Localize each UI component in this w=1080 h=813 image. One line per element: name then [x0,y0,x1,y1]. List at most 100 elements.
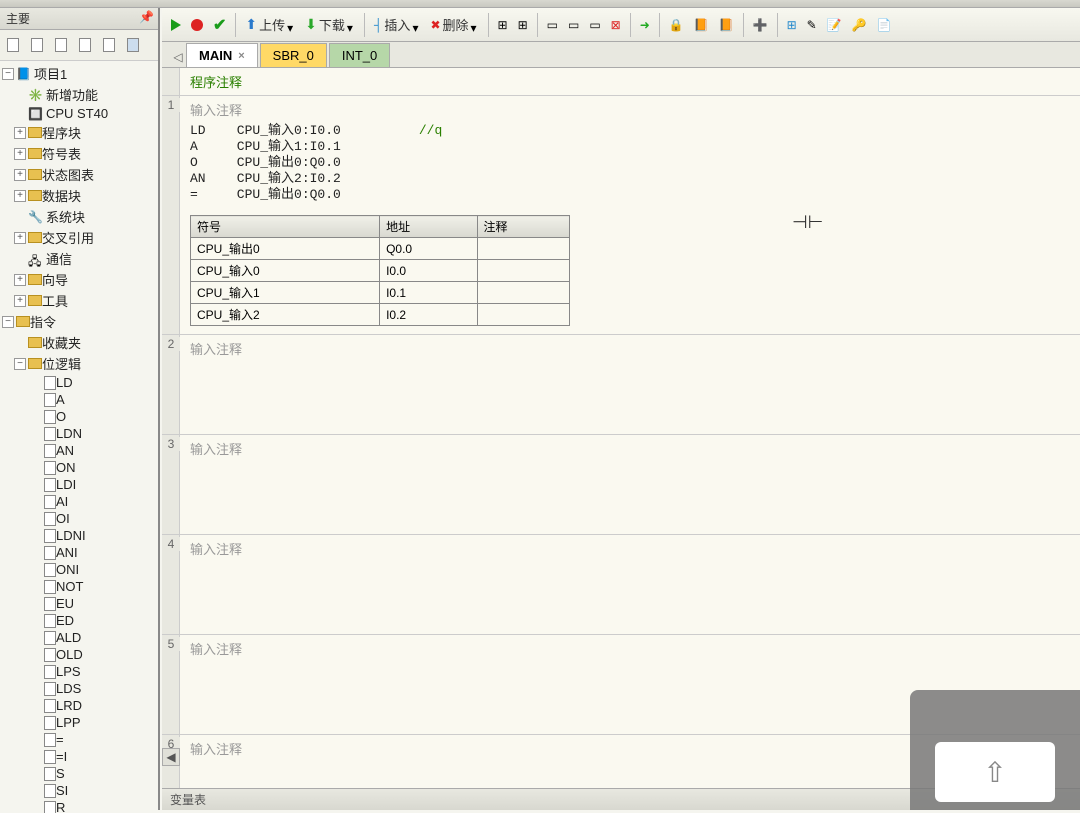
tool-btn-note[interactable]: 📝 [823,16,846,34]
delete-button[interactable]: ✖删除▾ [426,13,482,36]
expand-icon[interactable]: + [14,127,26,139]
code-line[interactable]: O CPU_输出0:Q0.0 [190,155,1080,171]
tree-item-new[interactable]: ✳️新增功能 [0,84,158,105]
tree-logic-item[interactable]: S [0,765,158,782]
tree-favorites[interactable]: 收藏夹 [0,332,158,353]
segment-comment[interactable]: 输入注释 [186,535,1080,562]
upload-button[interactable]: ⬆上传▾ [241,13,299,36]
tree-item-cpu[interactable]: 🔲CPU ST40 [0,105,158,122]
tree-logic-item[interactable]: LDNI [0,527,158,544]
collapse-icon[interactable]: − [2,68,14,80]
stl-code[interactable]: LD CPU_输入0:I0.0 //qA CPU_输入1:I0.1 O CPU_… [190,123,1080,211]
tree-item-wizard[interactable]: +向导 [0,269,158,290]
tree-logic-item[interactable]: LPS [0,663,158,680]
tree-logic-item[interactable]: R [0,799,158,813]
tool-btn-key[interactable]: 🔑 [848,16,871,34]
tree-item-system[interactable]: 🔧系统块 [0,206,158,227]
tree-logic-item[interactable]: EU [0,595,158,612]
tool-btn-2[interactable]: ⊞ [514,16,532,34]
tree-logic-item[interactable]: ANI [0,544,158,561]
expand-icon[interactable]: + [14,295,26,307]
tool-btn-table[interactable]: ⊞ [783,16,801,34]
tree-logic-item[interactable]: ONI [0,561,158,578]
expand-icon[interactable]: + [14,148,26,160]
tree-project-root[interactable]: − 📘 项目1 [0,63,158,84]
tree-logic-item[interactable]: ALD [0,629,158,646]
segment-comment[interactable]: 输入注释 [186,635,1080,662]
segment-comment[interactable]: 输入注释 [186,435,1080,462]
tree-item-crossref[interactable]: +交叉引用 [0,227,158,248]
expand-icon[interactable]: + [14,232,26,244]
tree-logic-item[interactable]: LDN [0,425,158,442]
tree-logic-item[interactable]: A [0,391,158,408]
run-button[interactable] [167,17,185,33]
collapse-icon[interactable]: − [2,316,14,328]
tool-btn-1[interactable]: ⊞ [494,16,512,34]
tool-btn-3[interactable]: ▭ [543,16,562,34]
expand-icon[interactable]: + [14,169,26,181]
tool-btn-4[interactable]: ▭ [564,16,583,34]
tab-scroll-left[interactable]: ◁ [170,47,186,67]
code-line[interactable]: LD CPU_输入0:I0.0 //q [190,123,1080,139]
expand-icon[interactable]: + [14,274,26,286]
tree-logic-item[interactable]: OLD [0,646,158,663]
tool-btn-book2[interactable]: 📙 [715,16,738,34]
view-icon-1[interactable] [2,34,24,56]
view-icon-5[interactable] [98,34,120,56]
tree-logic-item[interactable]: AN [0,442,158,459]
tree-logic-item[interactable]: OI [0,510,158,527]
view-icon-6[interactable] [122,34,144,56]
segment-comment[interactable]: 输入注释 [186,96,1080,123]
tool-btn-7[interactable]: ➜ [636,16,654,34]
tree-logic-item[interactable]: AI [0,493,158,510]
tree-item-status[interactable]: +状态图表 [0,164,158,185]
tab-sbr[interactable]: SBR_0 [260,43,327,67]
close-icon[interactable]: × [238,50,244,62]
tool-btn-new[interactable]: ➕ [749,16,772,34]
download-button[interactable]: ⬇下载▾ [301,13,359,36]
code-line[interactable]: = CPU_输出0:Q0.0 [190,187,1080,203]
expand-icon[interactable]: + [14,190,26,202]
view-icon-4[interactable] [74,34,96,56]
scroll-left-button[interactable]: ◀ [162,748,180,766]
tree-logic-item[interactable]: LRD [0,697,158,714]
program-comment[interactable]: 程序注释 [182,68,1080,95]
tree-logic-item[interactable]: O [0,408,158,425]
tree-logic-item[interactable]: LDS [0,680,158,697]
tool-btn-last[interactable]: 📄 [873,16,896,34]
code-line[interactable]: AN CPU_输入2:I0.2 [190,171,1080,187]
tool-btn-book[interactable]: 📙 [690,16,713,34]
tree-item-symbols[interactable]: +符号表 [0,143,158,164]
tree-instructions-root[interactable]: −指令 [0,311,158,332]
tree-logic-item[interactable]: ED [0,612,158,629]
ime-toggle[interactable]: ⇧ [935,742,1055,802]
tree-item-program[interactable]: +程序块 [0,122,158,143]
tab-main[interactable]: MAIN× [186,43,258,67]
tree-logic-item[interactable]: ON [0,459,158,476]
view-icon-2[interactable] [26,34,48,56]
tree-logic-item[interactable]: =I [0,748,158,765]
tool-btn-edit[interactable]: ✎ [803,16,821,34]
tree-logic-item[interactable]: LDI [0,476,158,493]
stop-button[interactable] [187,17,207,33]
tree-logic-item[interactable]: NOT [0,578,158,595]
tree-item-data[interactable]: +数据块 [0,185,158,206]
tree-logic-item[interactable]: SI [0,782,158,799]
collapse-icon[interactable]: − [14,358,26,370]
insert-button[interactable]: ┤插入▾ [370,13,425,36]
tab-int[interactable]: INT_0 [329,43,390,67]
segment-comment[interactable]: 输入注释 [186,335,1080,362]
tree-item-tools[interactable]: +工具 [0,290,158,311]
tree-logic-item[interactable]: LPP [0,714,158,731]
view-icon-3[interactable] [50,34,72,56]
code-area[interactable]: 程序注释 1 输入注释 LD CPU_输入0:I0.0 //qA CPU_输入1… [162,68,1080,788]
tree-logic-item[interactable]: = [0,731,158,748]
code-line[interactable]: A CPU_输入1:I0.1 [190,139,1080,155]
tree-item-comm[interactable]: 🖧通信 [0,248,158,269]
tool-btn-5[interactable]: ▭ [585,16,604,34]
compile-button[interactable]: ✔ [209,13,230,37]
tree-logic-item[interactable]: LD [0,374,158,391]
tree-logic-root[interactable]: −位逻辑 [0,353,158,374]
tool-btn-lock[interactable]: 🔒 [665,16,688,34]
tool-btn-6[interactable]: ⊠ [607,16,625,34]
